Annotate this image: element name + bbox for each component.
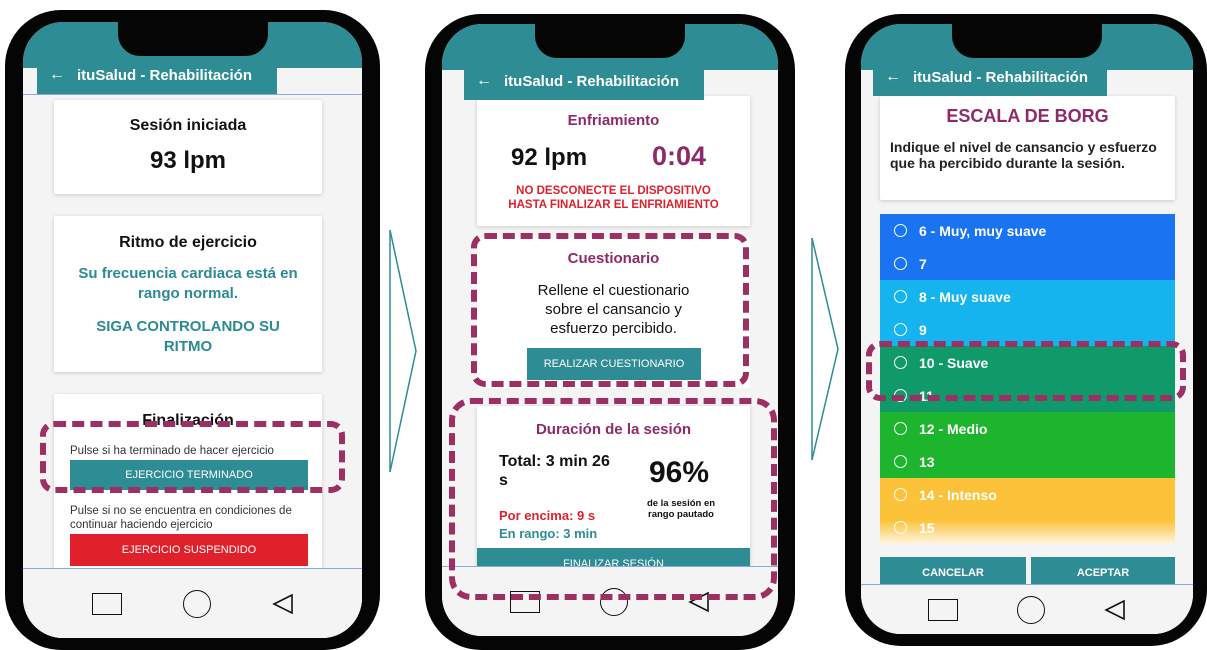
screen-3: ← ituSalud - Rehabilitación ESCALA DE BO… (861, 24, 1193, 634)
borg-option-label: 6 - Muy, muy suave (919, 222, 1047, 239)
phone-1: ← ituSalud - Rehabilitación Sesión inici… (5, 10, 380, 650)
radio-icon[interactable] (894, 422, 907, 435)
borg-title: ESCALA DE BORG (946, 106, 1109, 126)
back-arrow-icon[interactable]: ← (37, 66, 77, 84)
finalization-title: Finalización (142, 412, 234, 429)
notch (535, 24, 685, 58)
cooldown-timer: 0:04 (651, 141, 706, 171)
radio-icon[interactable] (894, 290, 907, 303)
cooldown-title: Enfriamiento (567, 112, 660, 129)
rhythm-message: Su frecuencia cardiaca está en rango nor… (78, 265, 298, 302)
heart-rate: 92 lpm (511, 144, 588, 171)
app-title: ituSalud - Rehabilitación (504, 72, 680, 90)
borg-option-label: 11 (919, 387, 934, 404)
duration-card: Duración de la sesión Total: 3 min 26 s … (477, 406, 750, 580)
back-triangle-icon[interactable] (688, 591, 710, 613)
nav-bar (861, 584, 1193, 634)
rhythm-title: Ritmo de ejercicio (119, 234, 257, 251)
borg-option-label: 9 (919, 321, 927, 338)
home-icon[interactable] (600, 587, 628, 616)
radio-icon[interactable] (894, 455, 907, 468)
borg-option-label: 14 - Intenso (919, 486, 997, 503)
back-arrow-icon[interactable]: ← (464, 72, 504, 90)
nav-bar (442, 566, 778, 636)
borg-option[interactable]: 7 (880, 247, 1175, 280)
borg-option[interactable]: 12 - Medio (880, 412, 1175, 445)
radio-icon[interactable] (894, 389, 907, 402)
app-bar: ← ituSalud - Rehabilitación (873, 58, 1107, 96)
borg-header-card: ESCALA DE BORG Indique el nivel de cansa… (880, 96, 1175, 200)
back-triangle-icon[interactable] (271, 593, 294, 615)
chevron-right-icon (389, 229, 417, 473)
borg-option[interactable]: 14 - Intenso (880, 478, 1175, 511)
exercise-suspended-button[interactable]: EJERCICIO SUSPENDIDO (70, 534, 308, 566)
recent-apps-icon[interactable] (510, 590, 540, 613)
nav-bar (23, 568, 362, 638)
notch (117, 22, 268, 56)
screen-2: ← ituSalud - Rehabilitación Enfriamiento… (442, 24, 778, 636)
total-duration: Total: 3 min 26 s (499, 453, 610, 489)
time-in-range: En rango: 3 min (499, 526, 598, 541)
duration-title: Duración de la sesión (535, 421, 692, 438)
borg-option-label: 13 (919, 453, 935, 470)
app-title: ituSalud - Rehabilitación (913, 68, 1089, 86)
phone-3: ← ituSalud - Rehabilitación ESCALA DE BO… (845, 14, 1207, 646)
session-title: Sesión iniciada (129, 117, 247, 134)
start-questionnaire-button[interactable]: REALIZAR CUESTIONARIO (527, 348, 701, 380)
app-title: ituSalud - Rehabilitación (77, 66, 253, 84)
borg-option-label: 12 - Medio (919, 420, 988, 437)
borg-prompt: Indique el nivel de cansancio y esfuerzo… (890, 139, 1157, 171)
phone-2: ← ituSalud - Rehabilitación Enfriamiento… (425, 14, 795, 650)
radio-icon[interactable] (894, 257, 907, 270)
home-icon[interactable] (182, 589, 211, 618)
app-bar: ← ituSalud - Rehabilitación (464, 62, 704, 100)
percent-caption: de la sesión en rango pautado (646, 498, 716, 520)
borg-option-label: 10 - Suave (919, 354, 989, 371)
borg-option-label: 7 (919, 255, 927, 272)
questionnaire-title: Cuestionario (567, 250, 660, 267)
borg-option[interactable]: 8 - Muy suave (880, 280, 1175, 313)
borg-options-list: 6 - Muy, muy suave 7 8 - Muy suave 9 10 - Su… (880, 214, 1175, 544)
time-above: Por encima: 9 s (499, 508, 596, 523)
back-triangle-icon[interactable] (1103, 599, 1126, 621)
rhythm-card: Ritmo de ejercicio Su frecuencia cardiac… (54, 216, 322, 372)
suspend-hint: Pulse si no se encuentra en condiciones … (70, 505, 292, 531)
app-bar: ← ituSalud - Rehabilitación (37, 56, 277, 94)
radio-icon[interactable] (894, 488, 907, 501)
radio-icon[interactable] (894, 323, 907, 336)
questionnaire-text: Rellene el cuestionario sobre el cansanc… (537, 282, 690, 337)
session-card: Sesión iniciada 93 lpm (54, 100, 322, 194)
notch (952, 24, 1102, 58)
borg-option[interactable]: 10 - Suave (880, 346, 1175, 379)
recent-apps-icon[interactable] (91, 592, 122, 615)
radio-icon[interactable] (894, 356, 907, 369)
heart-rate: 93 lpm (149, 147, 227, 174)
percent-in-range: 96% (649, 456, 710, 489)
finalization-card: Finalización Pulse si ha terminado de ha… (54, 394, 322, 580)
borg-option[interactable]: 13 (880, 445, 1175, 478)
borg-option-label: 8 - Muy suave (919, 288, 1011, 305)
disconnect-warning: NO DESCONECTE EL DISPOSITIVO HASTA FINAL… (508, 185, 719, 211)
finished-hint: Pulse si ha terminado de hacer ejercicio (70, 445, 274, 457)
home-icon[interactable] (1016, 595, 1045, 624)
rhythm-advice: SIGA CONTROLANDO SU RITMO (96, 318, 280, 355)
questionnaire-card: Cuestionario Rellene el cuestionario sob… (477, 238, 750, 388)
borg-option[interactable]: 9 (880, 313, 1175, 346)
recent-apps-icon[interactable] (928, 598, 959, 621)
borg-option[interactable]: 11 (880, 379, 1175, 412)
screen-1: ← ituSalud - Rehabilitación Sesión inici… (23, 22, 362, 638)
cooldown-card: Enfriamiento 92 lpm 0:04 NO DESCONECTE E… (477, 96, 750, 226)
chevron-right-icon (811, 237, 839, 461)
borg-option[interactable]: 6 - Muy, muy suave (880, 214, 1175, 247)
back-arrow-icon[interactable]: ← (873, 68, 913, 86)
radio-icon[interactable] (894, 224, 907, 237)
exercise-finished-button[interactable]: EJERCICIO TERMINADO (70, 460, 308, 490)
